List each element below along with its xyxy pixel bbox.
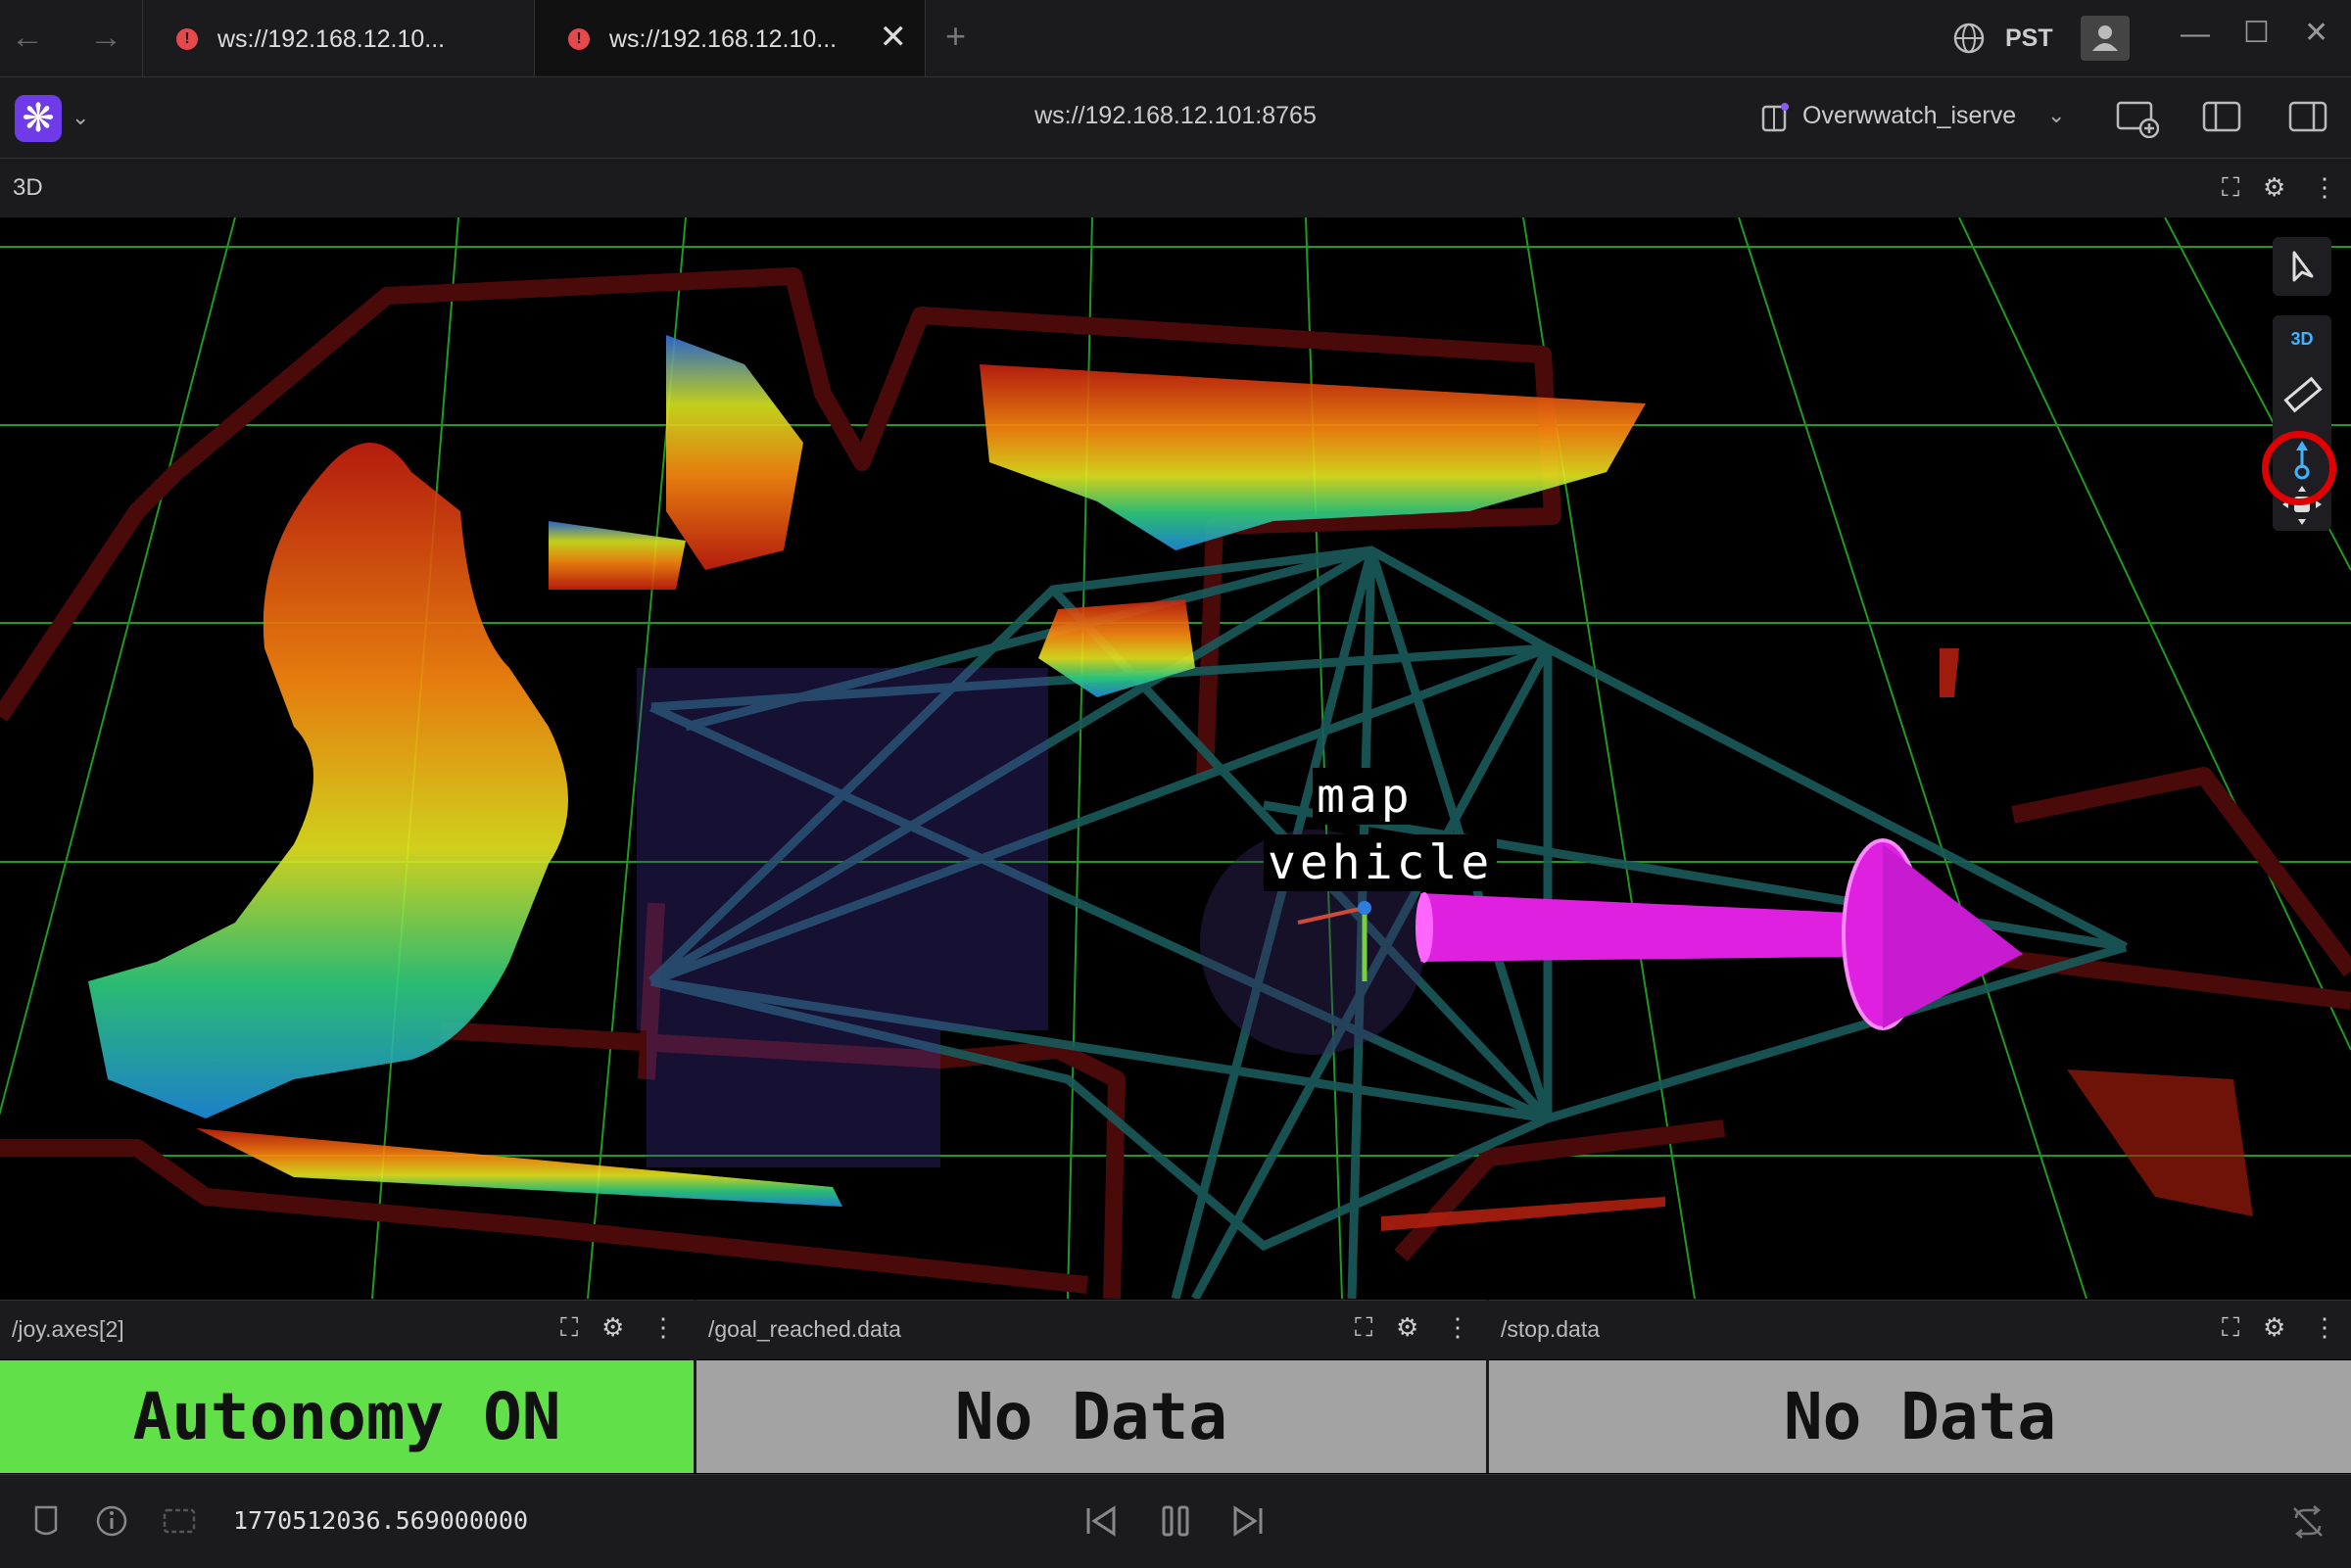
error-icon: !	[568, 28, 590, 50]
pause-icon[interactable]	[1158, 1502, 1193, 1540]
new-tab-button[interactable]: +	[945, 16, 966, 57]
layout-name[interactable]: Overwwatch_iserve	[1802, 102, 2016, 130]
more-options-icon[interactable]: ⋮	[2312, 172, 2337, 203]
more-options-icon[interactable]: ⋮	[1445, 1312, 1470, 1343]
tab-connection-1[interactable]: ! ws://192.168.12.10...	[142, 0, 534, 76]
minimize-icon[interactable]: —	[2181, 18, 2210, 51]
indicator-stop: No Data	[1489, 1360, 2351, 1473]
map-frame-label: map	[1313, 768, 1417, 825]
indicator-header-joy: /joy.axes[2] ⛶ ⚙ ⋮	[0, 1300, 694, 1359]
close-tab-icon[interactable]: ✕	[880, 18, 908, 57]
panel-topic: /stop.data	[1501, 1316, 1601, 1342]
more-options-icon[interactable]: ⋮	[650, 1312, 676, 1343]
settings-gear-icon[interactable]: ⚙	[601, 1312, 624, 1343]
fullscreen-icon[interactable]: ⛶	[1355, 1312, 1372, 1344]
panel-3d-header: 3D ⛶ ⚙ ⋮	[0, 159, 2351, 217]
right-sidebar-icon[interactable]	[2288, 99, 2327, 134]
select-tool-button[interactable]	[2273, 237, 2331, 296]
3d-toggle-button[interactable]: 3D	[2273, 329, 2331, 350]
info-icon[interactable]	[95, 1504, 128, 1538]
panel-title: 3D	[13, 174, 43, 201]
tab-title: ws://192.168.12.10...	[217, 25, 446, 53]
3d-viewport[interactable]: map vehicle 3D	[0, 217, 2351, 1299]
user-icon	[2092, 25, 2118, 51]
forward-arrow-icon[interactable]: →	[86, 18, 125, 57]
seek-forward-icon[interactable]	[1231, 1502, 1267, 1540]
app-header: ❋ ⌄ ws://192.168.12.101:8765 Overwwatch_…	[0, 77, 2351, 159]
error-icon: !	[176, 28, 198, 50]
panel-topic: /goal_reached.data	[708, 1316, 901, 1342]
settings-gear-icon[interactable]: ⚙	[2263, 172, 2285, 203]
timezone-label[interactable]: PST	[2005, 24, 2053, 53]
indicator-goal-reached: No Data	[696, 1360, 1486, 1473]
user-avatar[interactable]	[2081, 16, 2130, 61]
seek-backward-icon[interactable]	[1082, 1502, 1118, 1540]
settings-gear-icon[interactable]: ⚙	[2263, 1312, 2285, 1343]
close-window-icon[interactable]: ✕	[2304, 16, 2328, 50]
loop-disabled-icon[interactable]	[2288, 1502, 2327, 1542]
playback-bar: 1770512036.569000000	[0, 1474, 2351, 1568]
fullscreen-icon[interactable]: ⛶	[2222, 1312, 2239, 1344]
playback-mode-icon[interactable]	[162, 1504, 197, 1538]
globe-icon[interactable]	[1952, 22, 1986, 55]
fullscreen-icon[interactable]: ⛶	[560, 1312, 578, 1344]
tab-title: ws://192.168.12.10...	[609, 25, 838, 53]
add-panel-icon[interactable]	[2116, 99, 2159, 138]
panel-topic: /joy.axes[2]	[12, 1316, 124, 1342]
more-options-icon[interactable]: ⋮	[2312, 1312, 2337, 1343]
ruler-icon[interactable]	[2273, 370, 2331, 421]
scene-canvas[interactable]	[0, 217, 2351, 1299]
cursor-icon	[2292, 251, 2314, 282]
indicator-autonomy: Autonomy ON	[0, 1360, 694, 1473]
layout-chevron-icon[interactable]: ⌄	[2047, 103, 2065, 128]
browser-tab-bar: ← → ! ws://192.168.12.10... ! ws://192.1…	[0, 0, 2351, 77]
bookmark-icon[interactable]	[31, 1504, 61, 1538]
wall-point-cloud	[88, 335, 2253, 1231]
highlight-circle	[2262, 431, 2336, 505]
tab-connection-2[interactable]: ! ws://192.168.12.10... ✕	[534, 0, 926, 76]
fullscreen-icon[interactable]: ⛶	[2222, 172, 2239, 204]
vehicle-frame-label: vehicle	[1264, 834, 1498, 891]
layout-icon	[1761, 103, 1789, 132]
indicator-header-stop: /stop.data ⛶ ⚙ ⋮	[1489, 1300, 2351, 1359]
indicator-header-goal: /goal_reached.data ⛶ ⚙ ⋮	[696, 1300, 1486, 1359]
playback-timestamp: 1770512036.569000000	[233, 1506, 529, 1535]
back-arrow-icon[interactable]: ←	[8, 18, 47, 57]
settings-gear-icon[interactable]: ⚙	[1396, 1312, 1418, 1343]
left-sidebar-icon[interactable]	[2202, 99, 2241, 134]
maximize-icon[interactable]: ☐	[2243, 16, 2270, 50]
